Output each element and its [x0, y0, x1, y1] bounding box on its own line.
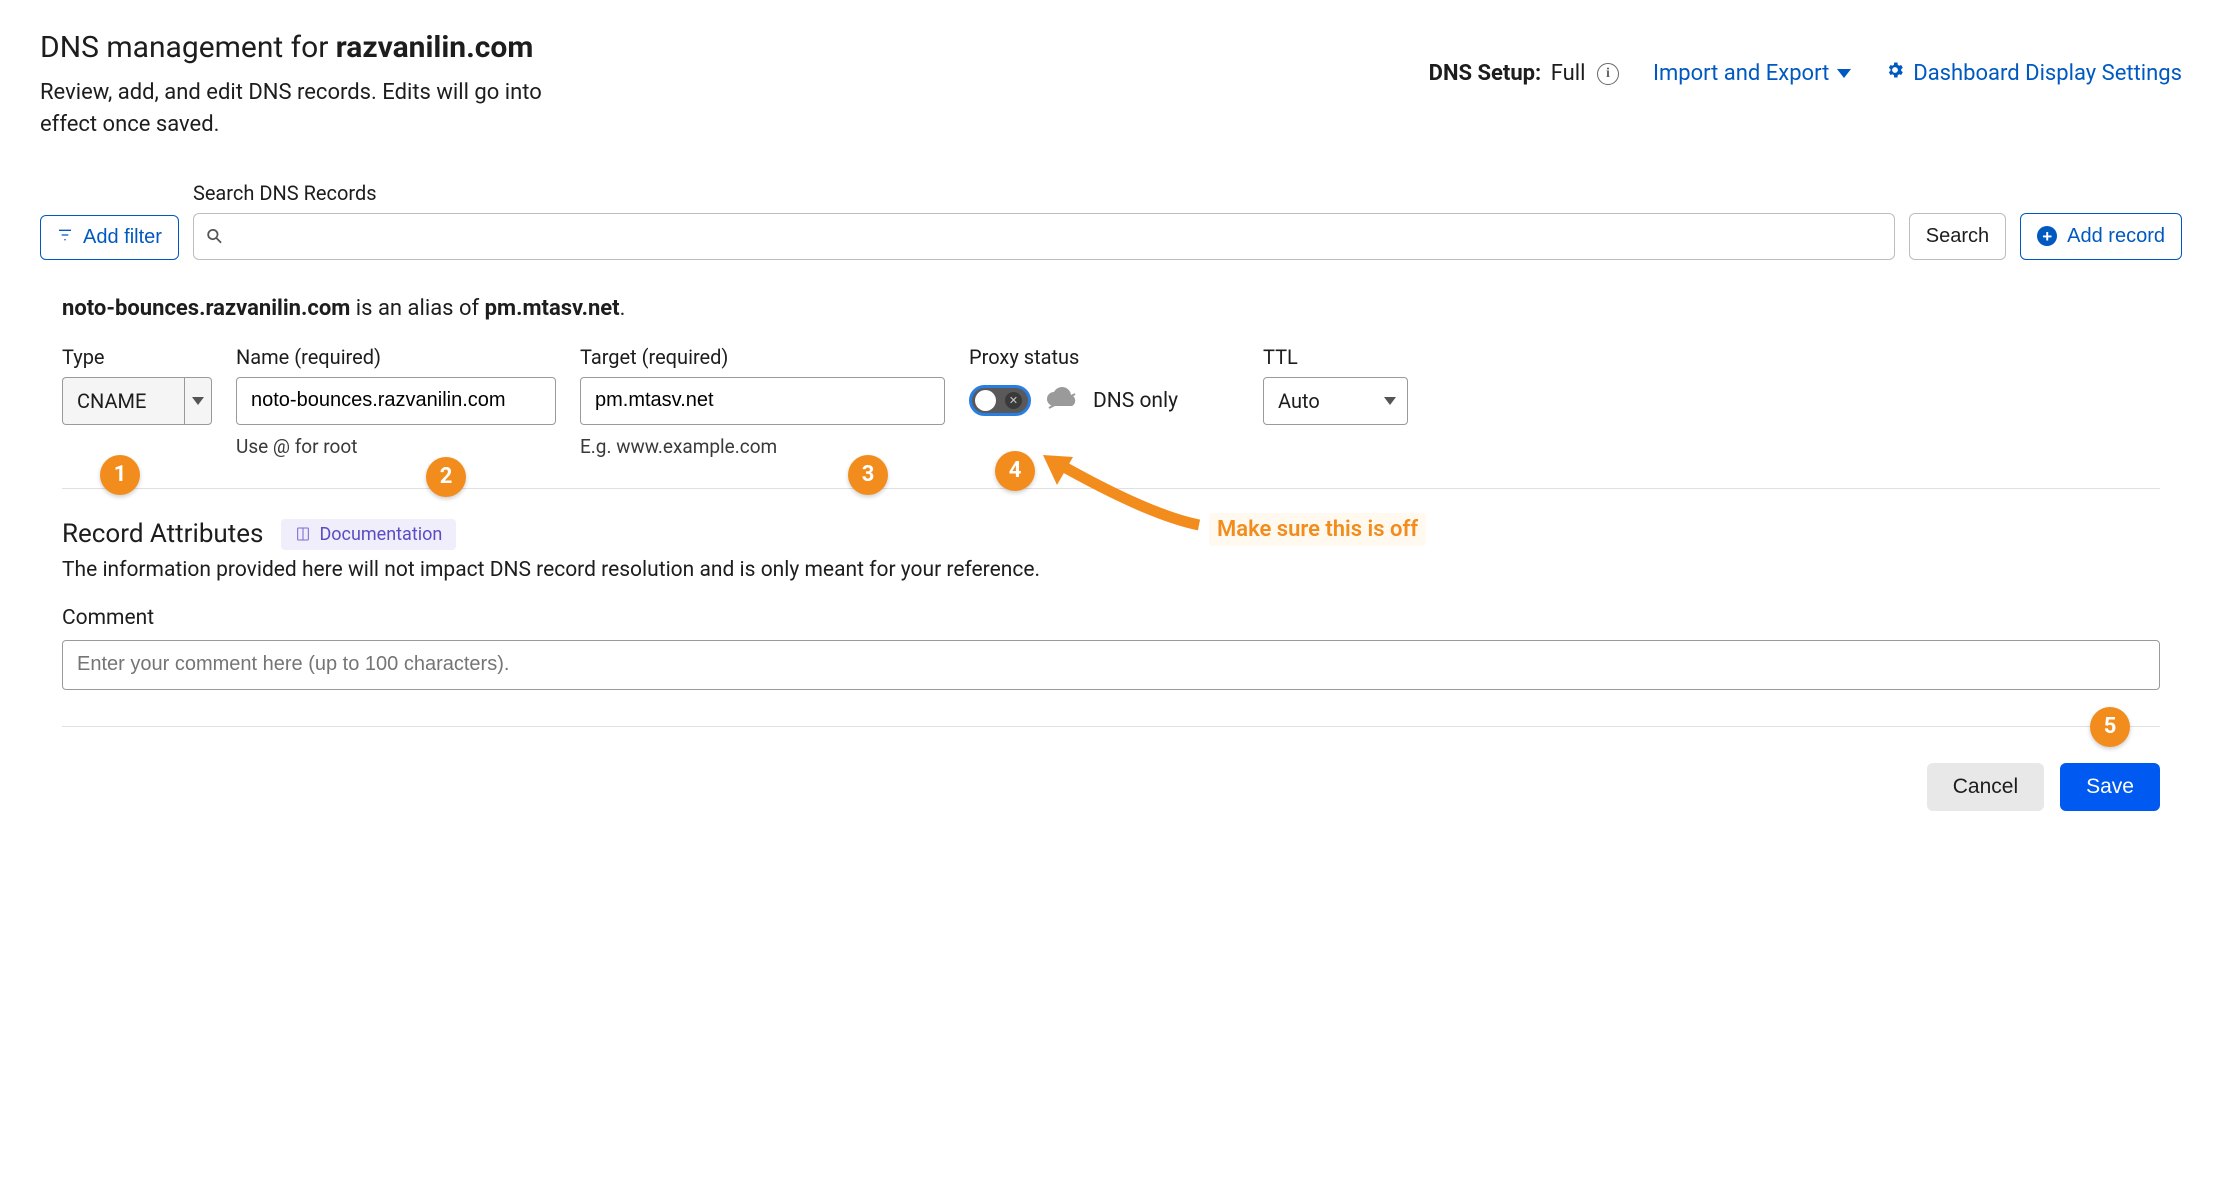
search-input[interactable] — [193, 213, 1895, 260]
annotation-4: 4 — [995, 451, 1035, 491]
annotation-note: Make sure this is off — [1209, 513, 1426, 546]
title-domain: razvanilin.com — [336, 30, 534, 65]
add-record-button[interactable]: + Add record — [2020, 213, 2182, 260]
documentation-link[interactable]: Documentation — [281, 519, 456, 550]
type-value: CNAME — [62, 377, 184, 425]
dns-setup-value: Full — [1551, 61, 1586, 86]
import-export-menu[interactable]: Import and Export — [1653, 61, 1851, 86]
proxy-status-text: DNS only — [1093, 389, 1178, 413]
x-icon: ✕ — [1005, 392, 1022, 409]
alias-host: noto-bounces.razvanilin.com — [62, 296, 350, 321]
type-select[interactable]: CNAME — [62, 377, 212, 425]
import-export-label: Import and Export — [1653, 61, 1829, 86]
target-input[interactable] — [580, 377, 945, 425]
plus-icon: + — [2037, 226, 2057, 246]
ttl-select[interactable]: Auto — [1263, 377, 1408, 425]
toggle-knob — [975, 390, 996, 411]
book-icon — [295, 526, 311, 542]
alias-target: pm.mtasv.net — [485, 296, 620, 321]
documentation-label: Documentation — [319, 524, 442, 545]
add-record-label: Add record — [2067, 225, 2165, 248]
comment-input[interactable] — [62, 640, 2160, 690]
info-icon[interactable]: i — [1597, 63, 1619, 85]
target-label: Target (required) — [580, 345, 945, 369]
caret-down-icon — [1837, 69, 1851, 78]
proxy-status-label: Proxy status — [969, 345, 1239, 369]
cancel-button[interactable]: Cancel — [1927, 763, 2044, 811]
record-attributes-heading: Record Attributes — [62, 519, 263, 549]
annotation-1: 1 — [100, 455, 140, 495]
add-filter-label: Add filter — [83, 226, 162, 249]
record-attributes-desc: The information provided here will not i… — [62, 558, 2160, 582]
page-subtitle: Review, add, and edit DNS records. Edits… — [40, 77, 600, 141]
caret-down-icon — [1384, 397, 1396, 405]
page-title: DNS management for razvanilin.com — [40, 30, 600, 65]
name-hint: Use @ for root — [236, 435, 556, 458]
dns-setup-label: DNS Setup: Full i — [1429, 61, 1619, 86]
name-input[interactable] — [236, 377, 556, 425]
filter-icon — [57, 226, 73, 249]
search-button[interactable]: Search — [1909, 213, 2006, 260]
annotation-2: 2 — [426, 457, 466, 497]
type-label: Type — [62, 345, 212, 369]
alias-description: noto-bounces.razvanilin.com is an alias … — [62, 296, 2160, 321]
comment-label: Comment — [62, 606, 2160, 630]
title-prefix: DNS management for — [40, 30, 336, 65]
type-select-handle[interactable] — [184, 377, 212, 425]
search-label: Search DNS Records — [193, 181, 1895, 205]
annotation-5: 5 — [2090, 707, 2130, 747]
ttl-label: TTL — [1263, 345, 1408, 369]
dashboard-display-settings[interactable]: Dashboard Display Settings — [1885, 60, 2182, 86]
add-filter-button[interactable]: Add filter — [40, 215, 179, 260]
name-label: Name (required) — [236, 345, 556, 369]
gear-icon — [1885, 60, 1905, 86]
cloud-icon — [1045, 386, 1079, 415]
dashboard-settings-label: Dashboard Display Settings — [1913, 61, 2182, 86]
annotation-3: 3 — [848, 455, 888, 495]
target-hint: E.g. www.example.com — [580, 435, 945, 458]
save-button[interactable]: Save — [2060, 763, 2160, 811]
proxy-toggle[interactable]: ✕ — [969, 385, 1031, 416]
caret-down-icon — [192, 397, 204, 405]
